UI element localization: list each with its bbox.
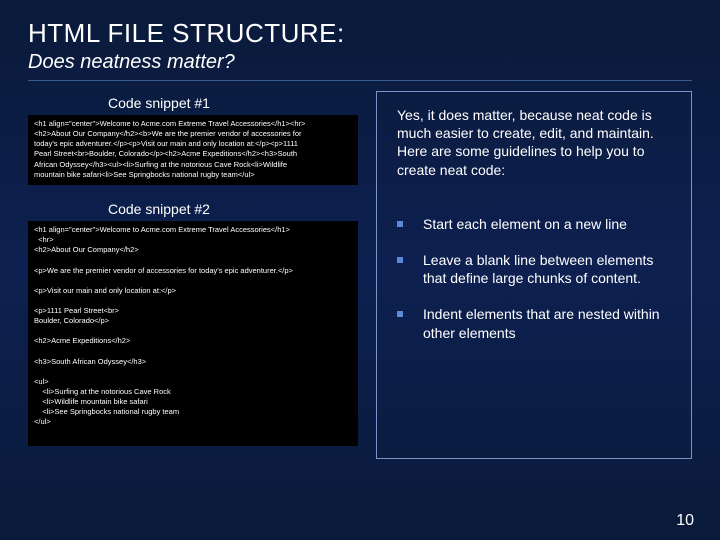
left-column: Code snippet #1 <h1 align="center">Welco…: [28, 91, 358, 459]
bullet-text: Leave a blank line between elements that…: [423, 251, 675, 287]
bullet-text: Start each element on a new line: [423, 215, 627, 233]
title-underline: [28, 80, 692, 81]
snippet1-label: Code snippet #1: [108, 95, 358, 111]
bullet-text: Indent elements that are nested within o…: [423, 305, 675, 341]
guidelines-list: Start each element on a new line Leave a…: [397, 215, 675, 342]
list-item: Start each element on a new line: [397, 215, 675, 233]
bullet-icon: [397, 257, 403, 263]
page-number: 10: [676, 512, 694, 530]
code-snippet-1: <h1 align="center">Welcome to Acme.com E…: [28, 115, 358, 185]
code-snippet-2: <h1 align="center">Welcome to Acme.com E…: [28, 221, 358, 446]
slide: HTML FILE STRUCTURE: Does neatness matte…: [0, 0, 720, 459]
slide-subtitle: Does neatness matter?: [28, 51, 692, 74]
slide-title: HTML FILE STRUCTURE:: [28, 18, 692, 49]
snippet2-label: Code snippet #2: [108, 201, 358, 217]
bullet-icon: [397, 221, 403, 227]
explanation-box: Yes, it does matter, because neat code i…: [376, 91, 692, 459]
bullet-icon: [397, 311, 403, 317]
list-item: Indent elements that are nested within o…: [397, 305, 675, 341]
list-item: Leave a blank line between elements that…: [397, 251, 675, 287]
content-columns: Code snippet #1 <h1 align="center">Welco…: [28, 91, 692, 459]
intro-text: Yes, it does matter, because neat code i…: [397, 106, 675, 179]
right-column: Yes, it does matter, because neat code i…: [376, 91, 692, 459]
